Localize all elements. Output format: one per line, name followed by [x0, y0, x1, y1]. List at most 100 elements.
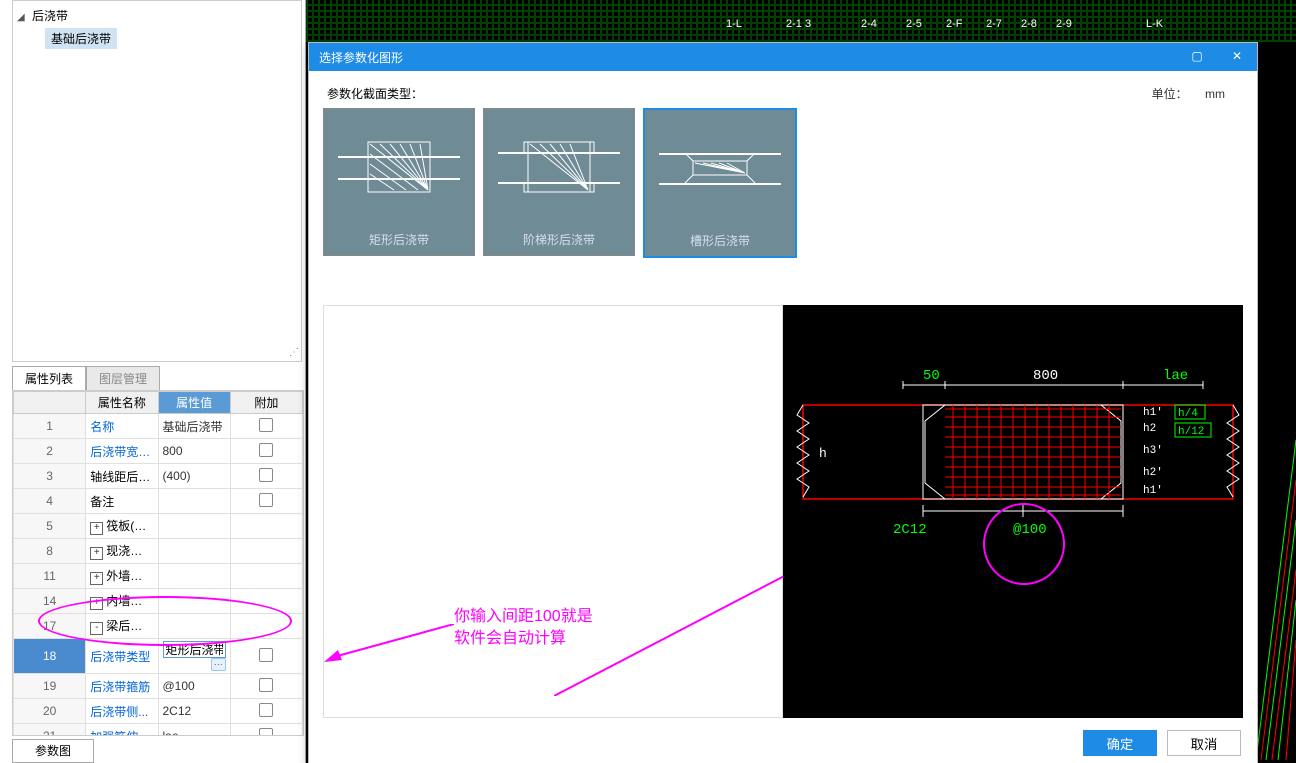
prop-value[interactable]: [158, 514, 230, 539]
extra-checkbox[interactable]: [230, 414, 302, 439]
prop-name[interactable]: +筏板(桩承台...: [86, 514, 158, 539]
grid-label: 2-5: [906, 18, 922, 30]
expand-icon[interactable]: +: [90, 572, 103, 585]
parametric-shape-dialog: 选择参数化图形 ▢ ✕ 参数化截面类型： 单位： mm 矩形后浇带: [308, 42, 1258, 763]
grid-label: 2-4: [861, 18, 877, 30]
card-label: 阶梯形后浇带: [484, 225, 634, 255]
svg-text:h2: h2: [1143, 423, 1156, 435]
extra-checkbox[interactable]: [230, 674, 302, 699]
prop-name[interactable]: 加强筋伸...: [86, 724, 158, 737]
annotation-arrow-icon: [324, 624, 454, 664]
expand-icon[interactable]: +: [90, 547, 103, 560]
svg-text:h: h: [819, 446, 827, 461]
prop-name[interactable]: 轴线距后浇带...: [86, 464, 158, 489]
tree-child-item[interactable]: 基础后浇带: [45, 28, 117, 49]
cad-canvas-top: 1-L 2-1 3 2-4 2-5 2-F 2-7 2-8 2-9 L-K: [306, 0, 1296, 42]
extra-checkbox[interactable]: [230, 564, 302, 589]
tab-properties[interactable]: 属性列表: [12, 366, 86, 390]
left-panel: ◢ 后浇带 基础后浇带 ⋰ 属性列表 图层管理 属性名称 属性值 附加 1名称基…: [0, 0, 306, 763]
extra-checkbox[interactable]: [230, 699, 302, 724]
svg-text:h2': h2': [1143, 467, 1163, 479]
prop-name[interactable]: +现浇板后浇带: [86, 539, 158, 564]
prop-name[interactable]: 后浇带箍筋: [86, 674, 158, 699]
prop-value[interactable]: 2C12: [158, 699, 230, 724]
collapse-icon[interactable]: -: [90, 622, 103, 635]
prop-name[interactable]: +外墙后浇带: [86, 564, 158, 589]
extra-checkbox[interactable]: [230, 724, 302, 737]
row-index[interactable]: 1: [14, 414, 86, 439]
row-index[interactable]: 11: [14, 564, 86, 589]
extra-checkbox[interactable]: [230, 614, 302, 639]
prop-value[interactable]: 800: [158, 439, 230, 464]
expand-icon[interactable]: +: [90, 522, 103, 535]
col-head-extra: 附加: [230, 392, 302, 414]
prop-value[interactable]: [158, 564, 230, 589]
row-index[interactable]: 14: [14, 589, 86, 614]
cancel-button[interactable]: 取消: [1167, 730, 1241, 756]
row-index[interactable]: 19: [14, 674, 86, 699]
value-input[interactable]: [163, 641, 226, 658]
row-index[interactable]: 21: [14, 724, 86, 737]
grid-label: 2-F: [946, 18, 963, 30]
expand-icon[interactable]: +: [90, 597, 103, 610]
svg-text:@100: @100: [1013, 522, 1047, 538]
resize-grip-icon[interactable]: ⋰: [289, 347, 299, 358]
row-index[interactable]: 3: [14, 464, 86, 489]
tree-collapse-icon[interactable]: ◢: [17, 12, 25, 23]
prop-value[interactable]: [158, 539, 230, 564]
ellipsis-button[interactable]: ⋯: [211, 658, 226, 671]
dialog-titlebar[interactable]: 选择参数化图形 ▢ ✕: [309, 43, 1257, 71]
prop-value[interactable]: lae: [158, 724, 230, 737]
ok-button[interactable]: 确定: [1083, 730, 1157, 756]
prop-name[interactable]: +内墙后浇带: [86, 589, 158, 614]
close-button[interactable]: ✕: [1217, 43, 1257, 71]
grid-label: L-K: [1146, 18, 1163, 30]
extra-checkbox[interactable]: [230, 489, 302, 514]
tab-parameter-view[interactable]: 参数图: [12, 739, 94, 763]
prop-value[interactable]: [158, 589, 230, 614]
prop-value[interactable]: [158, 614, 230, 639]
row-index[interactable]: 5: [14, 514, 86, 539]
section-preview[interactable]: 50 800 lae: [783, 305, 1243, 718]
unit-value: mm: [1205, 87, 1225, 101]
component-tree[interactable]: ◢ 后浇带 基础后浇带 ⋰: [12, 0, 302, 362]
property-grid[interactable]: 属性名称 属性值 附加 1名称基础后浇带2后浇带宽度(mm)8003轴线距后浇带…: [12, 390, 304, 736]
prop-name[interactable]: 后浇带侧...: [86, 699, 158, 724]
prop-value[interactable]: ⋯: [158, 639, 230, 674]
maximize-button[interactable]: ▢: [1177, 43, 1217, 71]
section-card-rect[interactable]: 矩形后浇带: [323, 108, 475, 256]
prop-name[interactable]: -梁后浇带: [86, 614, 158, 639]
prop-value[interactable]: (400): [158, 464, 230, 489]
prop-value[interactable]: @100: [158, 674, 230, 699]
extra-checkbox[interactable]: [230, 589, 302, 614]
row-index[interactable]: 4: [14, 489, 86, 514]
grid-label: 2-7: [986, 18, 1002, 30]
extra-checkbox[interactable]: [230, 464, 302, 489]
prop-value[interactable]: [158, 489, 230, 514]
section-drawing: 50 800 lae: [783, 305, 1243, 725]
prop-name[interactable]: 后浇带宽度(mm): [86, 439, 158, 464]
extra-checkbox[interactable]: [230, 539, 302, 564]
tab-layers[interactable]: 图层管理: [86, 366, 160, 390]
col-head-value[interactable]: 属性值: [158, 392, 230, 414]
row-index[interactable]: 8: [14, 539, 86, 564]
section-card-step[interactable]: 阶梯形后浇带: [483, 108, 635, 256]
prop-name[interactable]: 备注: [86, 489, 158, 514]
dialog-left-pane: 你输入间距100就是 软件会自动计算: [323, 305, 783, 718]
prop-name[interactable]: 名称: [86, 414, 158, 439]
row-index[interactable]: 18: [14, 639, 86, 674]
svg-text:lae: lae: [1163, 368, 1188, 384]
cad-canvas-right: [1256, 440, 1296, 760]
prop-name[interactable]: 后浇带类型: [86, 639, 158, 674]
row-index[interactable]: 20: [14, 699, 86, 724]
grid-label: 1-L: [726, 18, 742, 30]
section-card-groove[interactable]: 槽形后浇带: [643, 108, 797, 258]
row-index[interactable]: 2: [14, 439, 86, 464]
extra-checkbox[interactable]: [230, 439, 302, 464]
grid-label: 2-1 3: [786, 18, 811, 30]
row-index[interactable]: 17: [14, 614, 86, 639]
tree-root-label[interactable]: 后浇带: [32, 9, 68, 23]
prop-value[interactable]: 基础后浇带: [158, 414, 230, 439]
extra-checkbox[interactable]: [230, 639, 302, 674]
extra-checkbox[interactable]: [230, 514, 302, 539]
